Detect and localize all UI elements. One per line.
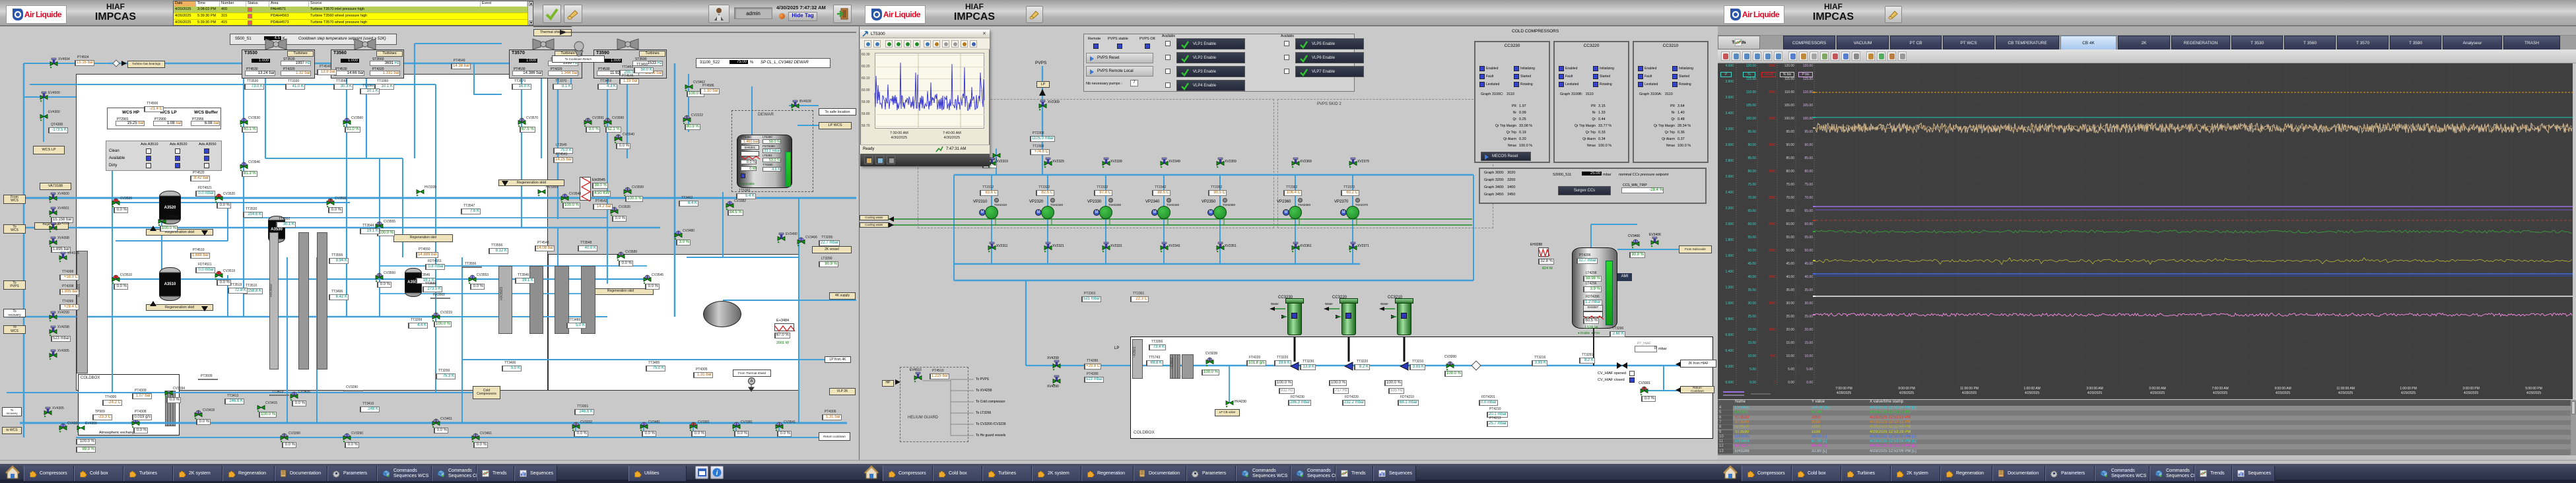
svg-text:i: i [716, 470, 718, 477]
